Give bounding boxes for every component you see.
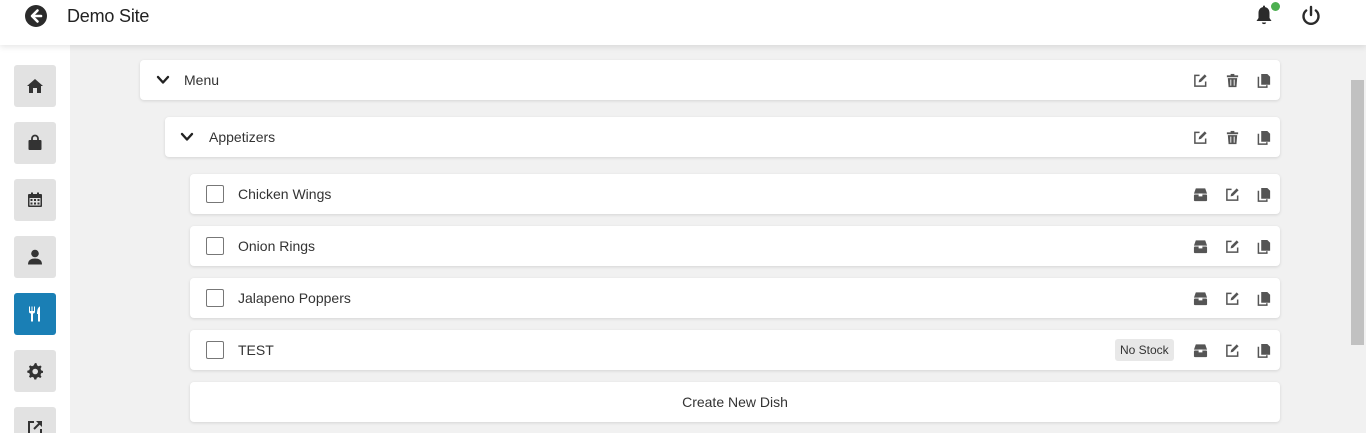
category-label: Menu bbox=[184, 72, 220, 88]
dish-row: TEST No Stock bbox=[190, 330, 1280, 370]
sidebar-item-home[interactable] bbox=[14, 65, 56, 107]
edit-button[interactable] bbox=[1224, 290, 1240, 306]
inventory-button[interactable] bbox=[1192, 342, 1208, 358]
create-new-dish-button[interactable]: Create New Dish bbox=[190, 382, 1280, 422]
copy-icon bbox=[1257, 239, 1270, 254]
sidebar-item-shop[interactable] bbox=[14, 122, 56, 164]
dish-checkbox[interactable] bbox=[206, 289, 224, 307]
edit-button[interactable] bbox=[1192, 129, 1208, 145]
notification-dot bbox=[1271, 2, 1280, 11]
edit-icon bbox=[1225, 343, 1239, 357]
dish-checkbox[interactable] bbox=[206, 237, 224, 255]
copy-icon bbox=[1257, 343, 1270, 358]
edit-icon bbox=[1193, 130, 1207, 144]
dish-row: Jalapeno Poppers bbox=[190, 278, 1280, 318]
back-button[interactable] bbox=[24, 4, 48, 28]
stock-badge: No Stock bbox=[1115, 339, 1174, 361]
dish-checkbox[interactable] bbox=[206, 341, 224, 359]
calendar-icon bbox=[28, 192, 42, 207]
copy-icon bbox=[1257, 73, 1270, 88]
user-icon bbox=[28, 249, 42, 265]
site-title: Demo Site bbox=[67, 6, 150, 26]
sidebar bbox=[0, 45, 70, 433]
copy-icon bbox=[1257, 291, 1270, 306]
category-row-menu: Menu bbox=[140, 60, 1280, 100]
trash-icon bbox=[1226, 73, 1238, 87]
dish-label: TEST bbox=[238, 342, 274, 358]
edit-icon bbox=[1225, 239, 1239, 253]
edit-button[interactable] bbox=[1224, 238, 1240, 254]
dish-row: Onion Rings bbox=[190, 226, 1280, 266]
category-label: Appetizers bbox=[209, 129, 276, 145]
copy-button[interactable] bbox=[1256, 72, 1272, 88]
box-icon bbox=[1193, 187, 1207, 201]
edit-icon bbox=[1193, 73, 1207, 87]
external-link-icon bbox=[28, 421, 42, 433]
copy-button[interactable] bbox=[1256, 186, 1272, 202]
copy-button[interactable] bbox=[1256, 238, 1272, 254]
inventory-button[interactable] bbox=[1192, 290, 1208, 306]
sidebar-item-menu[interactable] bbox=[14, 293, 56, 335]
dish-label: Chicken Wings bbox=[238, 186, 332, 202]
dish-row: Chicken Wings bbox=[190, 174, 1280, 214]
utensils-icon bbox=[29, 306, 40, 322]
delete-button[interactable] bbox=[1224, 72, 1240, 88]
box-icon bbox=[1193, 291, 1207, 305]
arrow-circle-left-icon bbox=[25, 5, 47, 27]
top-bar: Demo Site bbox=[0, 0, 1366, 45]
dish-checkbox[interactable] bbox=[206, 185, 224, 203]
inventory-button[interactable] bbox=[1192, 186, 1208, 202]
trash-icon bbox=[1226, 130, 1238, 144]
sidebar-item-external[interactable] bbox=[14, 407, 56, 433]
copy-icon bbox=[1257, 130, 1270, 145]
power-icon bbox=[1302, 5, 1320, 25]
category-row-appetizers: Appetizers bbox=[165, 117, 1280, 157]
inventory-button[interactable] bbox=[1192, 238, 1208, 254]
box-icon bbox=[1193, 239, 1207, 253]
home-icon bbox=[27, 79, 43, 93]
chevron-down-icon[interactable] bbox=[180, 130, 194, 144]
sidebar-item-settings[interactable] bbox=[14, 350, 56, 392]
edit-button[interactable] bbox=[1224, 186, 1240, 202]
box-icon bbox=[1193, 343, 1207, 357]
scrollbar-thumb[interactable] bbox=[1351, 80, 1364, 345]
chevron-down-icon[interactable] bbox=[156, 73, 170, 87]
copy-button[interactable] bbox=[1256, 342, 1272, 358]
delete-button[interactable] bbox=[1224, 129, 1240, 145]
edit-button[interactable] bbox=[1224, 342, 1240, 358]
edit-icon bbox=[1225, 187, 1239, 201]
gear-icon bbox=[27, 363, 43, 380]
shopping-bag-icon bbox=[28, 134, 42, 150]
edit-icon bbox=[1225, 291, 1239, 305]
sidebar-item-calendar[interactable] bbox=[14, 179, 56, 221]
copy-button[interactable] bbox=[1256, 290, 1272, 306]
dish-label: Onion Rings bbox=[238, 238, 316, 254]
edit-button[interactable] bbox=[1192, 72, 1208, 88]
sidebar-item-user[interactable] bbox=[14, 236, 56, 278]
dish-label: Jalapeno Poppers bbox=[238, 290, 351, 306]
copy-icon bbox=[1257, 187, 1270, 202]
copy-button[interactable] bbox=[1256, 129, 1272, 145]
power-button[interactable] bbox=[1299, 4, 1323, 28]
